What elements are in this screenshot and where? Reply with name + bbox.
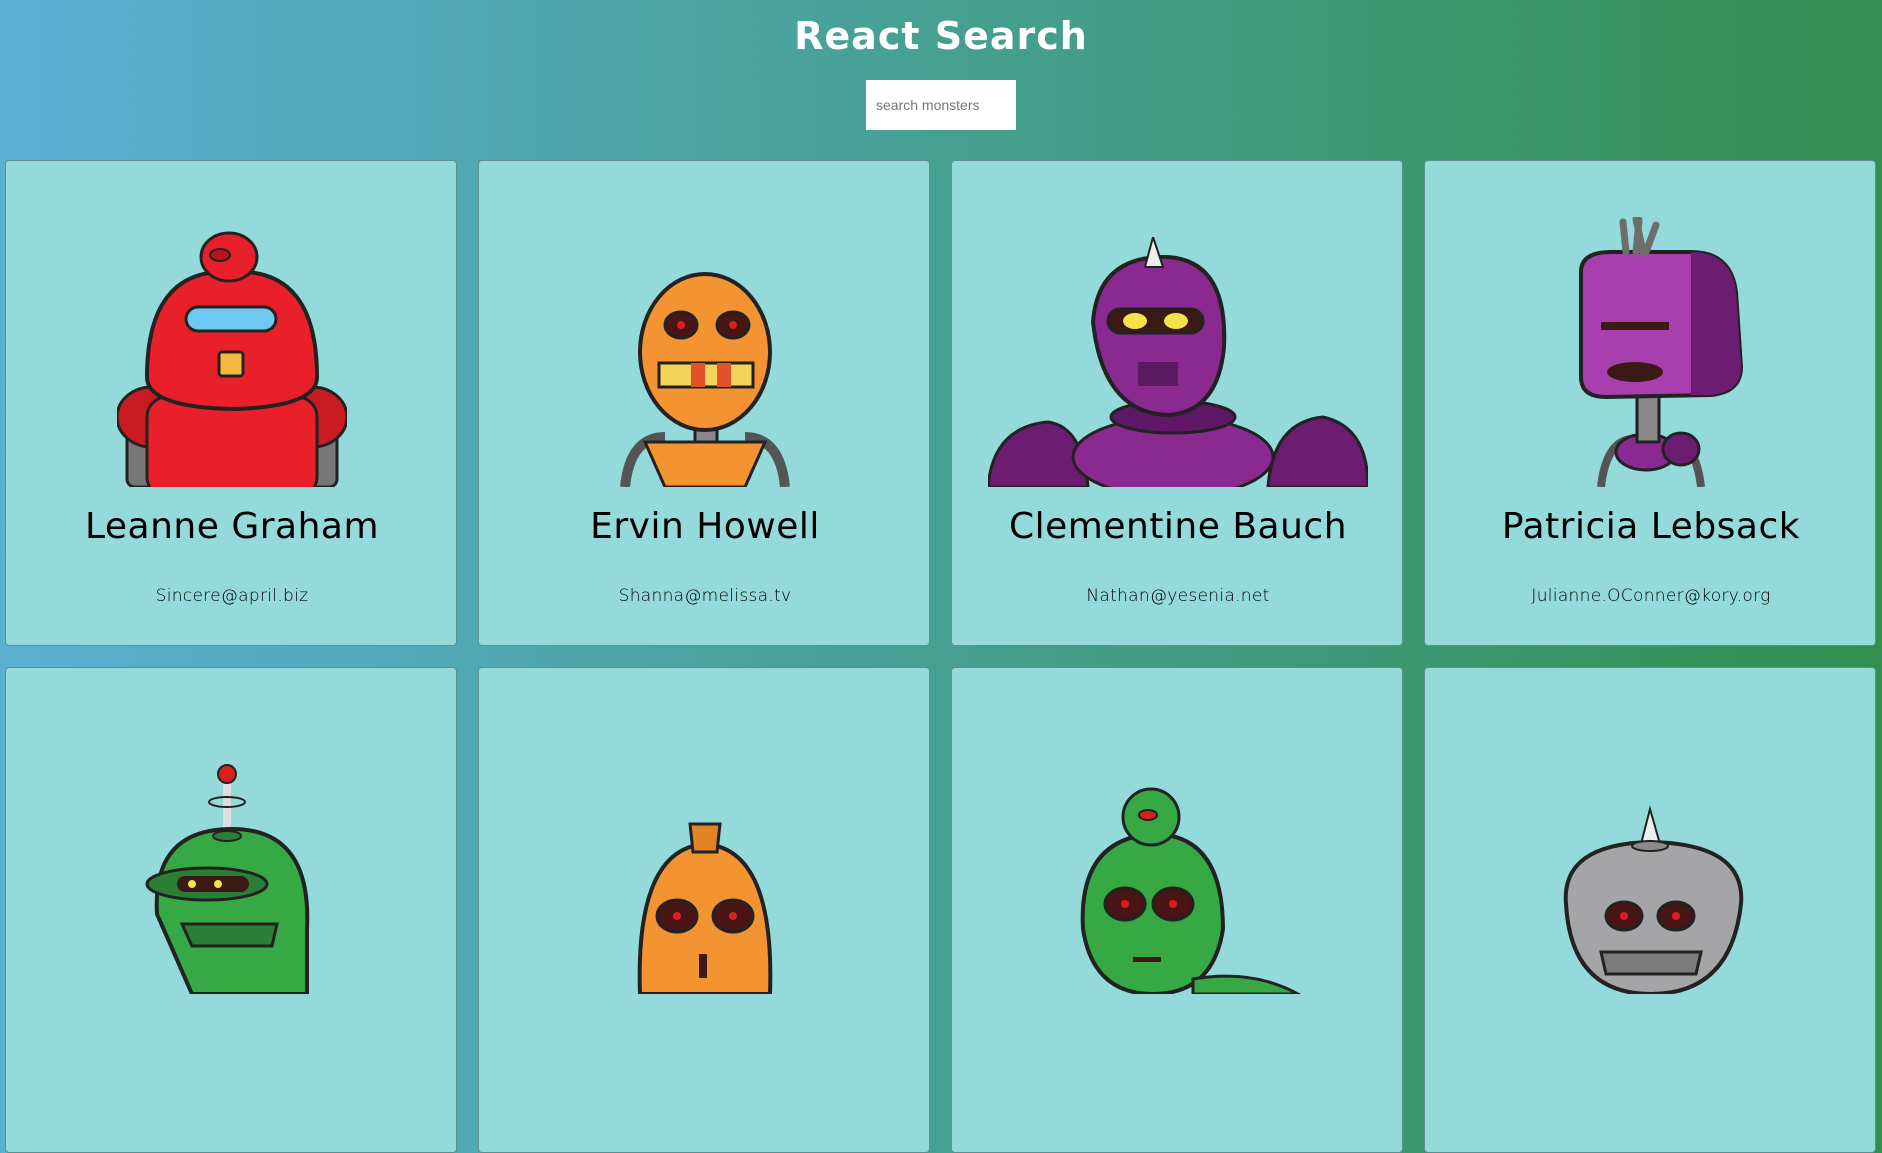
monster-card[interactable]: Clementine Bauch Nathan@yesenia.net [951, 160, 1403, 646]
monster-card[interactable]: Ervin Howell Shanna@melissa.tv [478, 160, 930, 646]
monster-card[interactable] [1424, 667, 1876, 1153]
gray-robot-avatar [1425, 668, 1875, 994]
monster-card[interactable] [478, 667, 930, 1153]
red-robot-avatar [6, 161, 456, 487]
page-title: React Search [794, 14, 1088, 58]
monster-name: Patricia Lebsack [1501, 506, 1801, 547]
monster-email: Julianne.OConner@kory.org [1531, 586, 1771, 606]
monster-card[interactable]: Patricia Lebsack Julianne.OConner@kory.o… [1424, 160, 1876, 646]
purple-robot-avatar [952, 161, 1402, 487]
purple-boxhead-robot-avatar [1425, 161, 1875, 487]
monster-name: Clementine Bauch [1008, 506, 1348, 547]
card-list: Leanne Graham Sincere@april.biz Ervin Ho… [5, 160, 1876, 1153]
green-robot-avatar [952, 668, 1402, 994]
search-input[interactable] [866, 80, 1016, 130]
monster-email: Sincere@april.biz [155, 586, 309, 606]
monster-card[interactable] [951, 667, 1403, 1153]
green-robot-avatar [6, 668, 456, 994]
monster-card[interactable] [5, 667, 457, 1153]
monster-card[interactable]: Leanne Graham Sincere@april.biz [5, 160, 457, 646]
monster-email: Shanna@melissa.tv [618, 586, 792, 606]
monster-email: Nathan@yesenia.net [1086, 586, 1270, 606]
orange-robot-avatar [479, 668, 929, 994]
orange-robot-avatar [479, 161, 929, 487]
monster-name: Ervin Howell [590, 506, 820, 547]
monster-name: Leanne Graham [84, 506, 380, 547]
